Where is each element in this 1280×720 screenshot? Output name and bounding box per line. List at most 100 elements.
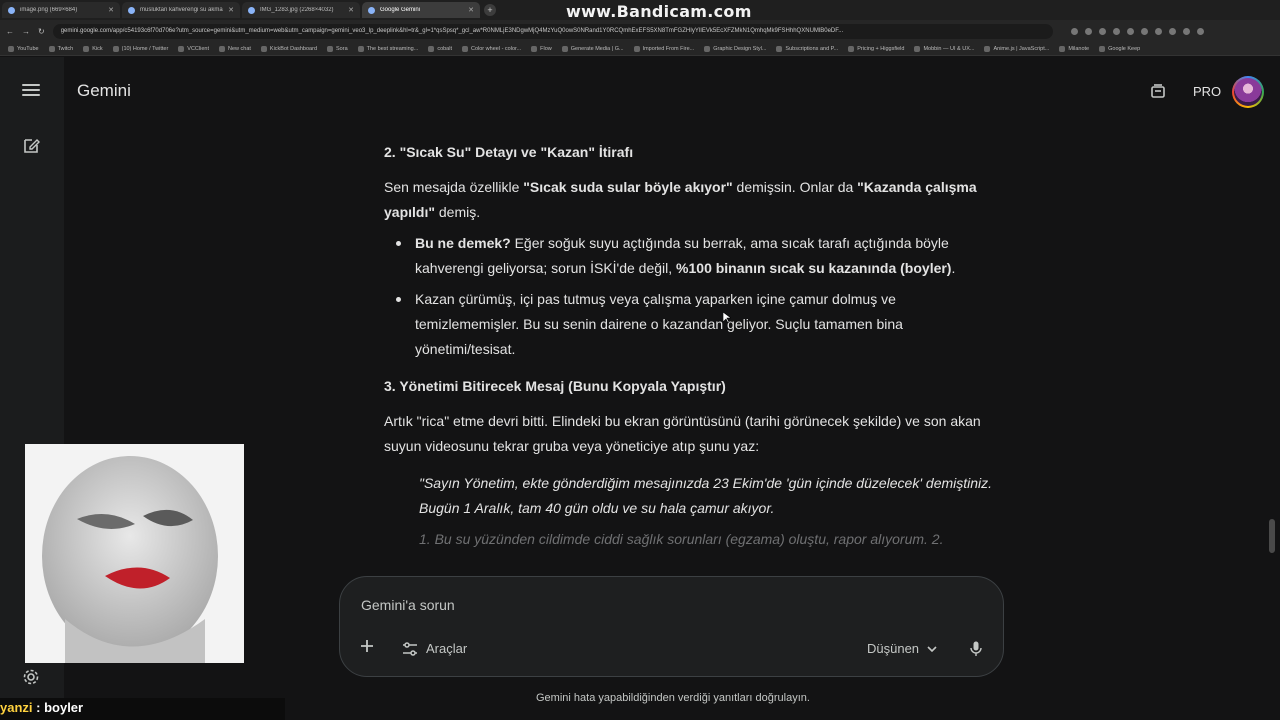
add-button[interactable]	[359, 638, 377, 658]
bookmark-item[interactable]: Sora	[327, 45, 348, 52]
extension-icon[interactable]	[1140, 27, 1148, 35]
mode-selector[interactable]: Düşünen	[867, 641, 937, 656]
close-icon[interactable]: ✕	[108, 6, 114, 14]
bookmark-item[interactable]: New chat	[218, 45, 251, 52]
browser-tab[interactable]: IMG_1283.jpg (2268×4032) ✕	[242, 2, 360, 18]
prompt-input[interactable]: Gemini'a sorun	[361, 597, 455, 613]
plan-badge[interactable]: PRO	[1193, 84, 1221, 99]
close-icon[interactable]: ✕	[348, 6, 354, 14]
bookmark-label: Twitch	[57, 45, 74, 52]
browser-tab[interactable]: musluktan kahverengi su akması ✕	[122, 2, 240, 18]
bookmark-favicon-icon	[48, 45, 55, 52]
bold-text: Bu ne demek?	[415, 235, 511, 251]
history-button[interactable]	[1149, 82, 1169, 102]
bookmark-item[interactable]: (10) Home / Twitter	[112, 45, 168, 52]
bookmark-label: Google Keep	[1108, 45, 1141, 52]
mode-label: Düşünen	[867, 641, 920, 656]
bookmark-favicon-icon	[1099, 45, 1106, 52]
bookmark-item[interactable]: Flow	[531, 45, 552, 52]
bookmark-label: New chat	[227, 45, 251, 52]
app-title[interactable]: Gemini	[77, 81, 131, 101]
bookmark-label: VCClient	[187, 45, 209, 52]
text-run: .	[951, 260, 956, 276]
avatar[interactable]	[1232, 76, 1264, 108]
bookmark-favicon-icon	[704, 45, 711, 52]
tools-button[interactable]: Araçlar	[402, 641, 467, 656]
extension-icon[interactable]	[1070, 27, 1078, 35]
bookmark-label: Subscriptions and P...	[785, 45, 839, 52]
paragraph: Sen mesajda özellikle "Sıcak suda sular …	[384, 175, 996, 225]
tab-favicon-icon	[8, 6, 15, 14]
bookmark-item[interactable]: Imported From Fire...	[633, 45, 694, 52]
bookmark-item[interactable]: Color wheel - color...	[462, 45, 521, 52]
bookmark-item[interactable]: Generate Media | G...	[561, 45, 624, 52]
extension-icon[interactable]	[1126, 27, 1134, 35]
bookmark-item[interactable]: Mobbin — UI & UX...	[914, 45, 975, 52]
tab-title: image.png (669×684)	[20, 7, 78, 13]
section-heading: 3. Yönetimi Bitirecek Mesaj (Bunu Kopyal…	[384, 378, 726, 394]
bookmark-label: cobalt	[437, 45, 452, 52]
tab-favicon-icon	[128, 6, 135, 14]
bullet-list: Bu ne demek? Eğer soğuk suyu açtığında s…	[384, 231, 996, 362]
browser-tab[interactable]: image.png (669×684) ✕	[2, 2, 120, 18]
prompt-composer[interactable]: Gemini'a sorun Araçlar Düşünen	[339, 576, 1004, 677]
bookmark-item[interactable]: YouTube	[8, 45, 39, 52]
forward-icon[interactable]: →	[22, 27, 30, 36]
bookmark-item[interactable]: Anime.js | JavaScript...	[984, 45, 1049, 52]
microphone-button[interactable]	[970, 641, 982, 657]
tab-favicon-icon	[368, 6, 375, 14]
url-field[interactable]: gemini.google.com/app/c54193c6f70d706e?u…	[52, 23, 1053, 39]
extension-icon[interactable]	[1196, 27, 1204, 35]
section-heading: 2. "Sıcak Su" Detayı ve "Kazan" İtirafı	[384, 144, 634, 160]
bookmark-item[interactable]: cobalt	[428, 45, 452, 52]
new-chat-button[interactable]	[22, 137, 42, 157]
extension-icon[interactable]	[1154, 27, 1162, 35]
hamburger-line	[22, 94, 40, 96]
extension-icon[interactable]	[1182, 27, 1190, 35]
bookmark-item[interactable]: Subscriptions and P...	[776, 45, 839, 52]
bookmark-item[interactable]: Graphic Design Styl...	[704, 45, 766, 52]
chat-separator: :	[32, 700, 45, 715]
bookmark-favicon-icon	[984, 45, 991, 52]
bookmark-label: Milanote	[1068, 45, 1090, 52]
bookmark-item[interactable]: Milanote	[1059, 45, 1090, 52]
webcam-overlay	[25, 444, 244, 663]
bookmark-favicon-icon	[83, 45, 90, 52]
close-icon[interactable]: ✕	[228, 6, 234, 14]
reload-icon[interactable]: ↻	[38, 27, 45, 36]
new-tab-button[interactable]: +	[484, 4, 496, 16]
back-icon[interactable]: ←	[6, 27, 14, 36]
close-icon[interactable]: ✕	[468, 6, 474, 14]
text-run: demişsin. Onlar da	[732, 179, 858, 195]
microphone-icon	[970, 641, 982, 656]
bookmark-label: Generate Media | G...	[570, 45, 624, 52]
menu-button[interactable]	[22, 84, 40, 98]
bookmark-label: Kick	[92, 45, 103, 52]
list-item: Kazan çürümüş, içi pas tutmuş veya çalış…	[384, 287, 996, 362]
bookmark-favicon-icon	[218, 45, 225, 52]
bookmark-favicon-icon	[327, 45, 334, 52]
bookmark-favicon-icon	[561, 45, 568, 52]
extension-icon[interactable]	[1084, 27, 1092, 35]
bookmark-favicon-icon	[8, 45, 14, 52]
bookmark-item[interactable]: Kick	[83, 45, 103, 52]
bookmark-label: Mobbin — UI & UX...	[923, 45, 975, 52]
browser-tab-active[interactable]: Google Gemini ✕	[362, 2, 480, 18]
list-item: Bu ne demek? Eğer soğuk suyu açtığında s…	[384, 231, 996, 281]
bookmark-label: KickBot Dashboard	[269, 45, 318, 52]
bookmark-item[interactable]: Pricing + Higgsfield	[848, 45, 904, 52]
tab-title: Google Gemini	[380, 7, 421, 13]
settings-button[interactable]	[22, 668, 42, 688]
extension-icon[interactable]	[1112, 27, 1120, 35]
extension-icon[interactable]	[1168, 27, 1176, 35]
bookmark-item[interactable]: Google Keep	[1099, 45, 1141, 52]
bookmark-item[interactable]: Twitch	[48, 45, 74, 52]
chat-message: boyler	[44, 700, 84, 715]
bookmark-item[interactable]: VCClient	[178, 45, 209, 52]
extension-icon[interactable]	[1098, 27, 1106, 35]
plus-icon	[361, 640, 373, 652]
bookmark-item[interactable]: The best streaming...	[357, 45, 418, 52]
bookmark-label: Sora	[336, 45, 348, 52]
bookmark-item[interactable]: KickBot Dashboard	[260, 45, 318, 52]
scrollbar[interactable]	[1269, 519, 1275, 553]
